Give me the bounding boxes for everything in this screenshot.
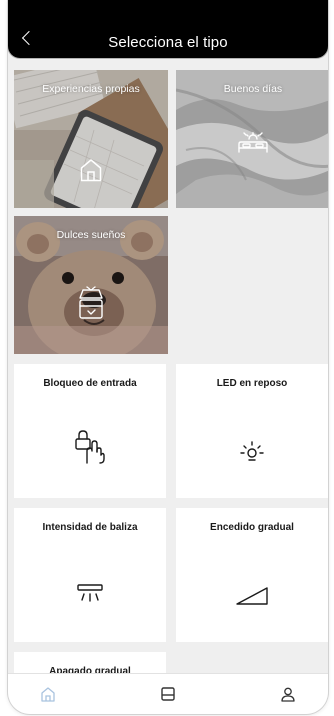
scene-title: Buenos días xyxy=(223,83,283,95)
ramp-up-icon xyxy=(236,587,268,605)
bedside-clock-icon xyxy=(79,286,103,319)
type-card-led-en-reposo[interactable]: LED en reposo xyxy=(176,364,328,498)
bed-sunrise-icon xyxy=(238,132,268,153)
app-header: Selecciona el tipo xyxy=(8,0,328,58)
type-card-label: Intensidad de baliza xyxy=(42,522,138,533)
tab-devices[interactable] xyxy=(128,674,208,714)
type-card-intensidad-de-baliza[interactable]: Intensidad de baliza xyxy=(14,508,166,642)
type-grid: Experiencias propias Buenos días Dulces … xyxy=(8,58,328,676)
house-icon xyxy=(80,159,102,182)
page-title: Selecciona el tipo xyxy=(108,34,228,51)
bottom-tab-bar xyxy=(8,673,328,714)
home-icon xyxy=(41,687,55,702)
lock-hand-icon xyxy=(75,430,105,464)
type-card-label: Encedido gradual xyxy=(210,522,294,533)
panel-icon xyxy=(161,687,175,701)
scene-title: Dulces sueños xyxy=(56,229,126,241)
phone-screen: Selecciona el tipo Experiencias propias … xyxy=(8,0,328,714)
scene-card-buenos-dias[interactable]: Buenos días xyxy=(176,70,328,208)
type-card-label: LED en reposo xyxy=(216,378,288,389)
type-card-label: Bloqueo de entrada xyxy=(43,378,137,389)
user-icon xyxy=(281,687,295,702)
led-light-icon xyxy=(240,441,264,461)
type-card-encedido-gradual[interactable]: Encedido gradual xyxy=(176,508,328,642)
scene-card-dulces-suenos[interactable]: Dulces sueños xyxy=(14,216,168,354)
scene-title: Experiencias propias xyxy=(42,83,140,95)
scene-card-experiencias-propias[interactable]: Experiencias propias xyxy=(14,70,168,208)
tab-profile[interactable] xyxy=(248,674,328,714)
tab-home[interactable] xyxy=(8,674,88,714)
type-card-bloqueo-de-entrada[interactable]: Bloqueo de entrada xyxy=(14,364,166,498)
beacon-light-icon xyxy=(77,584,103,602)
